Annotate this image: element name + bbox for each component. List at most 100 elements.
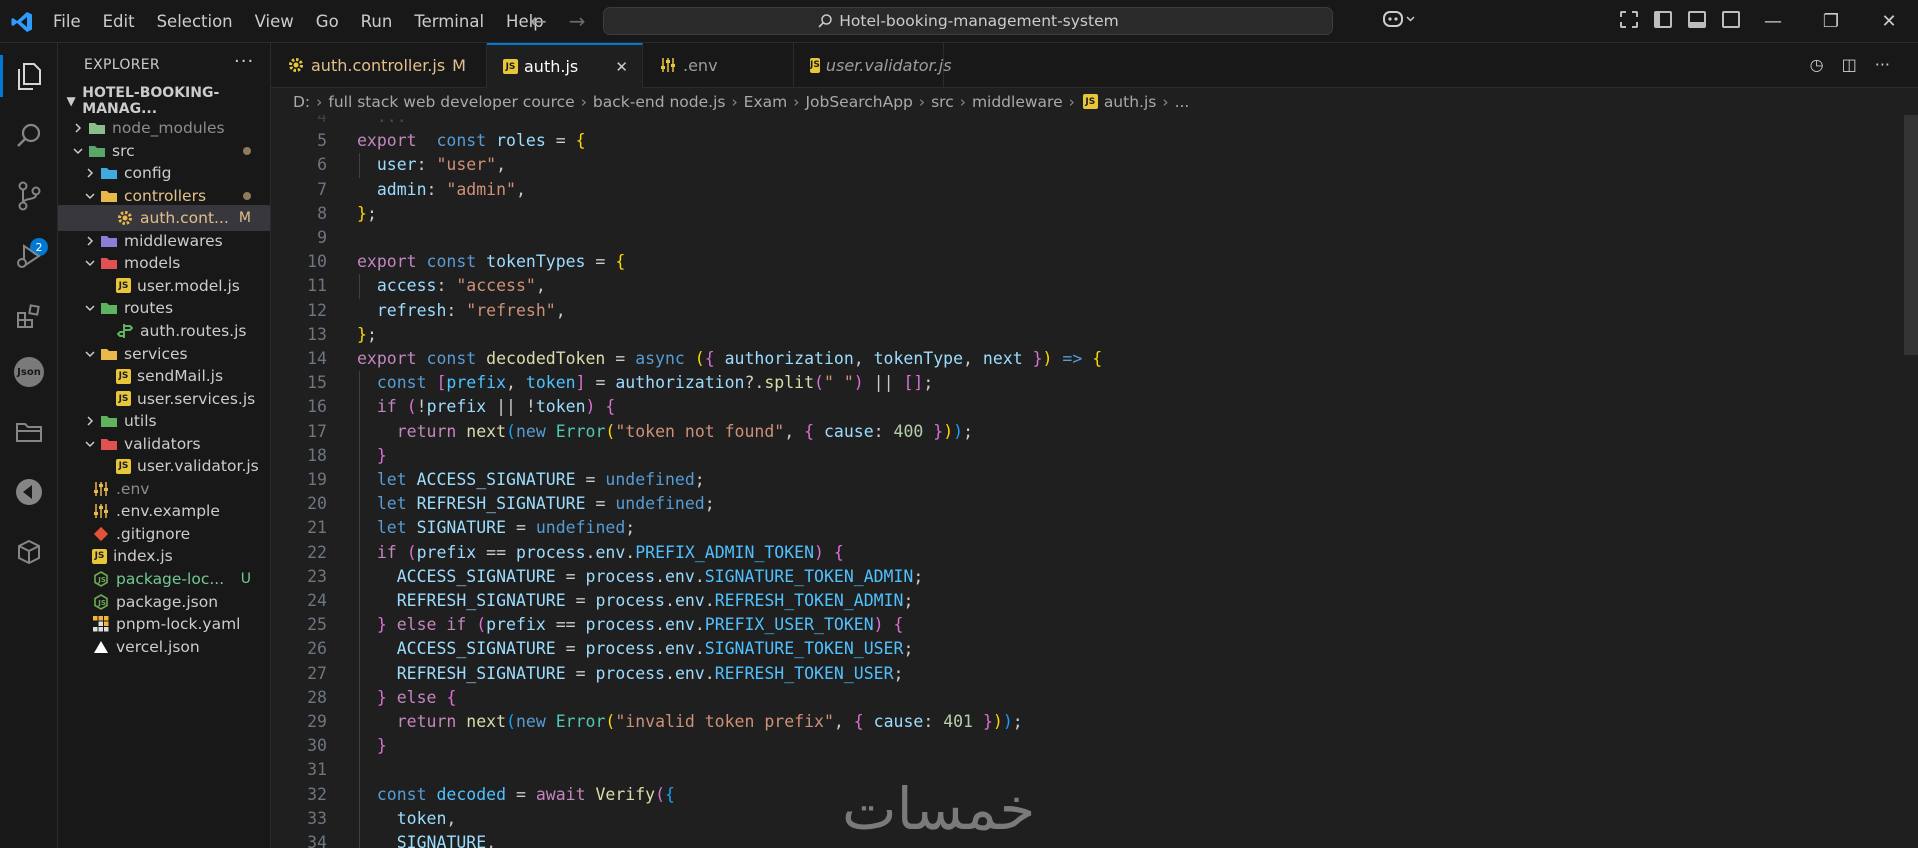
back-arrow-icon[interactable]: ← (530, 9, 547, 33)
pnpm-icon (92, 616, 110, 632)
active-indicator (0, 55, 3, 97)
route-file-icon (116, 323, 134, 339)
chevron-right-icon (82, 415, 98, 427)
line-number: 21 (307, 518, 327, 538)
menu-run[interactable]: Run (350, 12, 404, 31)
code-line: 5 export const roles = { (271, 129, 1771, 153)
folder-icon (100, 255, 118, 271)
editor-scrollbar[interactable] (1904, 115, 1918, 355)
javascript-file-icon: JS (1082, 94, 1098, 109)
editor-tab[interactable]: .env (643, 43, 794, 87)
breadcrumb-item[interactable]: ... (1175, 93, 1190, 111)
source-control-icon[interactable] (13, 180, 45, 212)
tree-item-label: src (112, 141, 135, 160)
settings-file-icon (659, 57, 677, 73)
code-line: 28 } else { (271, 686, 1771, 710)
menu-view[interactable]: View (244, 12, 305, 31)
run-debug-icon[interactable] (13, 240, 45, 272)
folder-icon (88, 143, 106, 159)
line-number: 31 (307, 760, 327, 780)
breadcrumb-item[interactable]: middleware (972, 93, 1063, 111)
toggle-primary-sidebar-icon[interactable] (1654, 11, 1672, 28)
close-tab-icon[interactable]: ✕ (615, 58, 628, 76)
editor-tab[interactable]: JS auth.js ✕ (487, 43, 643, 88)
menu-selection[interactable]: Selection (146, 12, 244, 31)
menu-file[interactable]: File (42, 12, 92, 31)
package-icon[interactable] (13, 536, 45, 568)
editor-tab-bar: auth.controller.js M JS auth.js ✕ .env JS user.… (271, 43, 1918, 88)
toggle-secondary-sidebar-icon[interactable] (1722, 11, 1740, 28)
breadcrumb-item[interactable]: D: (293, 93, 310, 111)
close-window-icon[interactable]: ✕ (1860, 0, 1918, 43)
editor-actions: ◷ ◫ ··· (1810, 55, 1890, 74)
code-text: REFRESH_SIGNATURE = process.env.REFRESH_… (396, 591, 914, 610)
breadcrumb-item[interactable]: auth.js (1104, 93, 1157, 111)
settings-file-icon (92, 481, 110, 497)
chevron-down-icon (82, 257, 98, 269)
breadcrumb-item[interactable]: JobSearchApp (805, 93, 912, 111)
code-line: 21 let SIGNATURE = undefined; (271, 516, 1771, 540)
toggle-panel-icon[interactable] (1688, 11, 1706, 28)
more-actions-icon[interactable]: ··· (234, 51, 254, 72)
menu-edit[interactable]: Edit (92, 12, 146, 31)
watermark-logo: خمسات (842, 775, 1036, 843)
search-icon[interactable] (13, 120, 45, 152)
code-text: return next(new Error("token not found",… (396, 421, 974, 441)
folder-icon (100, 346, 118, 362)
menu-terminal[interactable]: Terminal (403, 12, 495, 31)
explorer-sidebar: EXPLORER ··· ▼ HOTEL-BOOKING-MANAG... no… (58, 43, 271, 848)
copilot-icon[interactable] (1382, 9, 1416, 33)
more-actions-icon[interactable]: ··· (1875, 55, 1890, 74)
breadcrumb-item[interactable]: full stack web developer cource (328, 93, 574, 111)
code-editor[interactable]: 4 ... 5 export const roles = {6 user: "us… (271, 115, 1918, 848)
minimize-icon[interactable]: — (1744, 0, 1802, 43)
tab-label: auth.controller.js (311, 55, 446, 75)
workspace-root-folder[interactable]: ▼ HOTEL-BOOKING-MANAG... (58, 85, 270, 117)
tree-item-label: services (124, 344, 188, 363)
chevron-right-icon: › (731, 92, 738, 111)
code-line: 26 ACCESS_SIGNATURE = process.env.SIGNAT… (271, 637, 1771, 661)
line-number: 32 (307, 784, 327, 804)
chevron-right-icon: › (316, 92, 323, 111)
folder-view-icon[interactable] (13, 416, 45, 448)
tab-label: .env (683, 55, 718, 75)
remote-explorer-icon[interactable] (13, 476, 45, 508)
restore-icon[interactable]: ❐ (1802, 0, 1860, 43)
tree-item-label: pnpm-lock.yaml (116, 615, 241, 634)
breadcrumb-item[interactable]: src (931, 93, 954, 111)
line-number: 8 (317, 203, 327, 223)
code-text: user: "user", (376, 155, 507, 175)
extensions-icon[interactable] (13, 300, 45, 332)
gear-icon (116, 210, 134, 226)
menu-bar: File Edit Selection View Go Run Terminal Help (42, 0, 555, 43)
chevron-right-icon (82, 235, 98, 247)
line-number: 13 (307, 324, 327, 344)
git-status-badge: M (238, 210, 251, 227)
command-center-search[interactable]: Hotel-booking-management-system (603, 7, 1333, 35)
code-text: const [prefix, token] = authorization?.s… (376, 373, 934, 393)
json-extension-icon[interactable]: Json (13, 356, 45, 388)
file-item[interactable]: vercel.json (58, 634, 270, 660)
javascript-file-icon: JS (810, 57, 820, 73)
explorer-icon[interactable] (13, 60, 45, 92)
timeline-icon[interactable]: ◷ (1810, 55, 1824, 74)
split-editor-icon[interactable]: ◫ (1842, 55, 1857, 74)
customize-layout-icon[interactable] (1620, 11, 1638, 28)
tree-item-label: .gitignore (116, 524, 191, 543)
workspace-root-label: HOTEL-BOOKING-MANAG... (82, 85, 220, 117)
chevron-right-icon: › (1162, 92, 1169, 111)
editor-tab[interactable]: auth.controller.js M (271, 43, 487, 87)
modified-dot-icon (243, 191, 251, 200)
breadcrumb-item[interactable]: back-end node.js (593, 93, 726, 111)
code-text: REFRESH_SIGNATURE = process.env.REFRESH_… (396, 663, 904, 683)
code-line: 17 return next(new Error("token not foun… (271, 420, 1771, 444)
code-line: 15 const [prefix, token] = authorization… (271, 371, 1771, 395)
breadcrumb-item[interactable]: Exam (744, 93, 788, 111)
code-line: 24 REFRESH_SIGNATURE = process.env.REFRE… (271, 589, 1771, 613)
editor-tab[interactable]: JS user.validator.js (794, 43, 952, 87)
menu-go[interactable]: Go (305, 12, 350, 31)
code-line: 9 (271, 226, 1771, 250)
indent-guide (359, 371, 360, 848)
title-bar: File Edit Selection View Go Run Terminal Help ←… (0, 0, 1918, 43)
forward-arrow-icon[interactable]: → (569, 9, 586, 33)
